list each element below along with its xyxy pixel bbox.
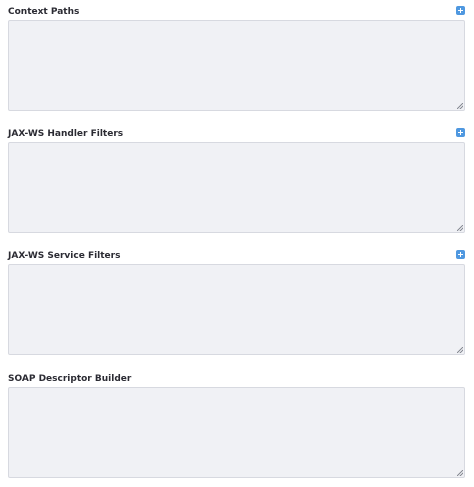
jaxws-handler-filters-textarea[interactable]: [8, 142, 465, 233]
jaxws-service-filters-label: JAX-WS Service Filters: [8, 251, 121, 261]
jaxws-service-filters-textarea[interactable]: [8, 264, 465, 355]
jaxws-handler-filters-label: JAX-WS Handler Filters: [8, 129, 124, 139]
soap-descriptor-builder-textarea[interactable]: [8, 387, 465, 478]
add-jaxws-handler-filter-button[interactable]: [456, 128, 465, 137]
context-paths-textarea[interactable]: [8, 20, 465, 111]
add-context-path-button[interactable]: [456, 6, 465, 15]
resize-grip-icon[interactable]: [457, 470, 463, 476]
resize-grip-icon[interactable]: [457, 347, 463, 353]
resize-grip-icon[interactable]: [457, 103, 463, 109]
add-jaxws-service-filter-button[interactable]: [456, 250, 465, 259]
context-paths-label: Context Paths: [8, 7, 80, 17]
soap-descriptor-builder-label: SOAP Descriptor Builder: [8, 374, 132, 384]
resize-grip-icon[interactable]: [457, 225, 463, 231]
